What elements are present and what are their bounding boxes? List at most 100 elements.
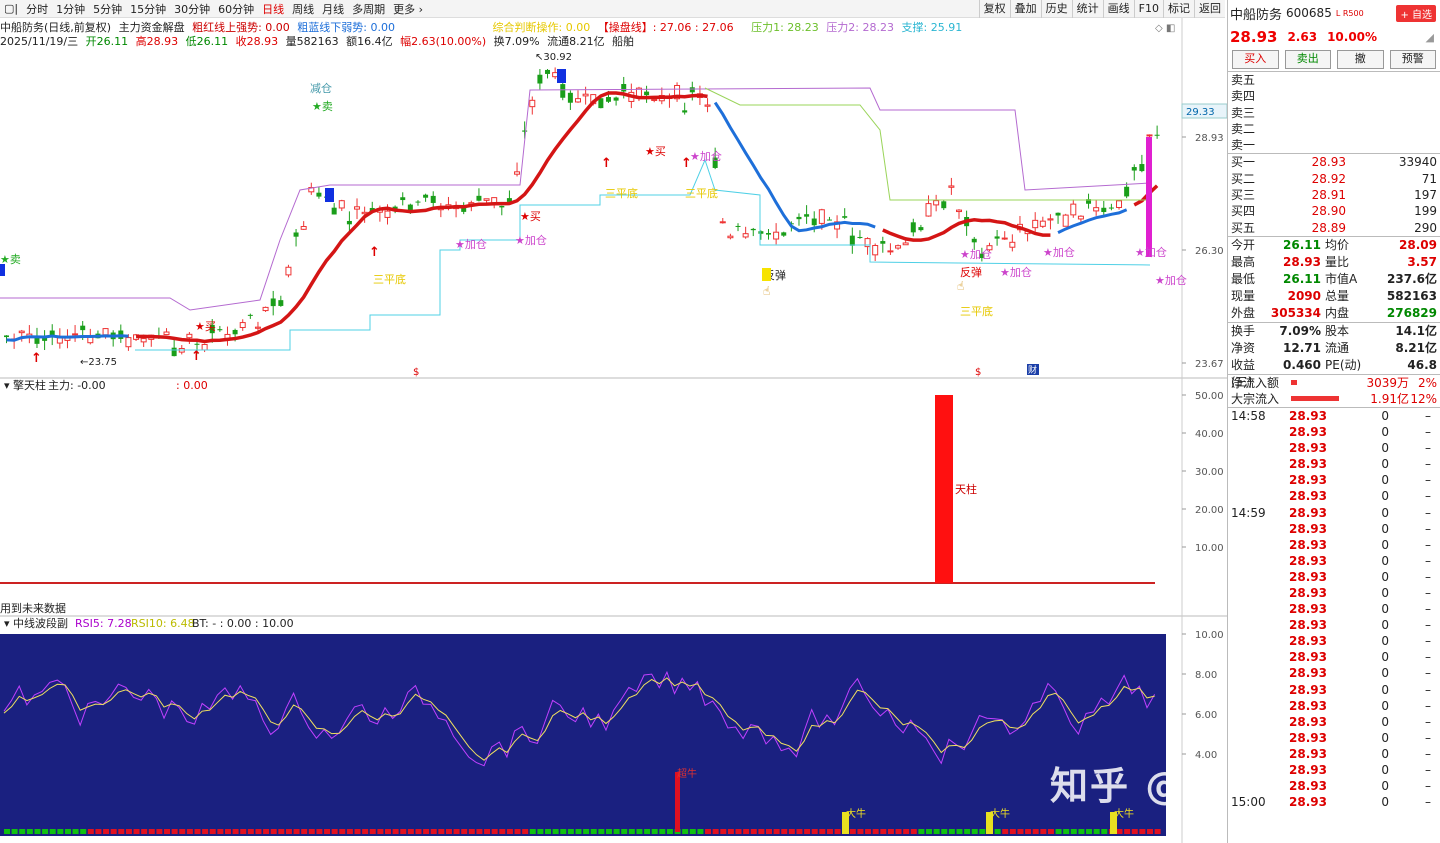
tick-list[interactable]: 14:58 28.93 0 – 28.93 0 – 28.93 0 – 28.93 0 – 28.93 0 –… (1228, 408, 1440, 810)
candle-down (400, 197, 406, 201)
trend-bar (1147, 829, 1153, 834)
candle-up (1077, 215, 1084, 220)
tick-row[interactable]: 28.93 0 – (1228, 424, 1440, 440)
stat-value: 276829 (1386, 305, 1437, 320)
trend-bar (285, 829, 292, 834)
tick-row[interactable]: 28.93 0 – (1228, 762, 1440, 778)
add-watchlist-button[interactable]: + 自选 (1396, 4, 1436, 22)
chart-annotation: ★加仓 (1043, 245, 1075, 259)
tick-time: 15:00 (1231, 795, 1266, 810)
tick-row[interactable]: 28.93 0 – (1228, 665, 1440, 681)
tick-row[interactable]: 28.93 0 – (1228, 601, 1440, 617)
trend-bar (461, 829, 468, 834)
trend-bar (1055, 829, 1062, 834)
bid-row[interactable]: 买五 28.89 290 (1228, 220, 1440, 236)
trend-bar (605, 829, 612, 834)
tick-row[interactable]: 28.93 0 – (1228, 746, 1440, 762)
stat-value: 0.460 (1283, 357, 1321, 372)
tick-flag: – (1425, 473, 1431, 488)
bid-row[interactable]: 买四 28.90 199 (1228, 203, 1440, 219)
alert-bell-icon[interactable]: ◢ (1426, 31, 1434, 44)
trend-bar (179, 829, 186, 834)
ask-row[interactable]: 卖二 (1228, 121, 1440, 137)
trend-bar (240, 829, 247, 834)
tick-row[interactable]: 28.93 0 – (1228, 778, 1440, 794)
stat-key: 今开 (1231, 237, 1256, 252)
tick-row[interactable]: 28.93 0 – (1228, 537, 1440, 553)
stat-key: 股本 (1325, 323, 1350, 338)
tick-row[interactable]: 28.93 0 – (1228, 682, 1440, 698)
tick-row[interactable]: 28.93 0 – (1228, 585, 1440, 601)
alert-button[interactable]: 预警 (1389, 50, 1436, 69)
bid-row[interactable]: 买一 28.93 33940 (1228, 154, 1440, 170)
tick-price: 28.93 (1289, 618, 1327, 633)
tick-price: 28.93 (1289, 537, 1327, 552)
tick-row[interactable]: 28.93 0 – (1228, 698, 1440, 714)
trend-bar (87, 829, 94, 834)
bid-row[interactable]: 买三 28.91 197 (1228, 187, 1440, 203)
tick-row[interactable]: 14:59 28.93 0 – (1228, 505, 1440, 521)
stat-key: 内盘 (1325, 305, 1350, 320)
trend-bar (689, 829, 696, 834)
flow-key: 净流入额 (1231, 375, 1280, 390)
trend-bar (560, 829, 567, 834)
candle-up (1062, 214, 1069, 227)
ask-row[interactable]: 卖一 (1228, 137, 1440, 153)
stock-name: 中船防务 (1230, 7, 1283, 23)
tick-qty: 0 (1381, 425, 1389, 440)
tick-row[interactable]: 28.93 0 – (1228, 440, 1440, 456)
tick-price: 28.93 (1289, 682, 1327, 697)
candle-down (857, 236, 863, 238)
trend-bar (11, 829, 18, 834)
trend-bar (1070, 829, 1077, 834)
tick-row[interactable]: 28.93 0 – (1228, 569, 1440, 585)
cancel-order-button[interactable]: 撤 (1337, 50, 1384, 69)
tick-row[interactable]: 28.93 0 – (1228, 456, 1440, 472)
tick-row[interactable]: 28.93 0 – (1228, 649, 1440, 665)
tick-qty: 0 (1381, 650, 1389, 665)
price-pct: 10.00% (1327, 30, 1378, 44)
tick-row[interactable]: 28.93 0 – (1228, 617, 1440, 633)
chart-area[interactable]: 28.93 26.30 23.67 29.33 ◇ ◧ ↖30.92 ←23.75 减仓 ★卖 ★… (0, 0, 1227, 843)
sell-button[interactable]: 卖出 (1284, 50, 1331, 69)
tick-time (1231, 682, 1289, 698)
ask-row[interactable]: 卖四 (1228, 88, 1440, 104)
trend-bar (1124, 829, 1131, 834)
buy-button[interactable]: 买入 (1232, 50, 1279, 69)
tick-row[interactable]: 28.93 0 – (1228, 730, 1440, 746)
candle-down (781, 232, 787, 236)
ask-row[interactable]: 卖五 (1228, 72, 1440, 88)
tick-row[interactable]: 15:00 28.93 0 – (1228, 794, 1440, 810)
trend-bar (476, 829, 483, 834)
candle-down (842, 216, 848, 218)
tick-qty: 0 (1381, 795, 1389, 810)
trend-bar (34, 829, 41, 834)
candle-up (1116, 200, 1123, 208)
chart-annotation: ★买 (520, 210, 541, 223)
candle-down (430, 195, 436, 203)
stat-value: 26.11 (1283, 237, 1321, 252)
trend-bar (773, 829, 780, 834)
tick-row[interactable]: 14:58 28.93 0 – (1228, 408, 1440, 424)
trend-bar (552, 829, 559, 834)
candle-up (1009, 241, 1016, 248)
tick-row[interactable]: 28.93 0 – (1228, 488, 1440, 504)
tick-qty: 0 (1381, 473, 1389, 488)
tick-flag: – (1425, 553, 1431, 568)
chart-annotation: ★买 (195, 320, 216, 333)
tick-row[interactable]: 28.93 0 – (1228, 633, 1440, 649)
trend-bar (918, 829, 925, 834)
ask-row[interactable]: 卖三 (1228, 105, 1440, 121)
trend-bar (903, 829, 910, 834)
tick-time (1231, 424, 1289, 440)
tick-row[interactable]: 28.93 0 – (1228, 714, 1440, 730)
tick-row[interactable]: 28.93 0 – (1228, 472, 1440, 488)
bid-price: 28.91 (1311, 188, 1346, 203)
trend-bar (705, 829, 712, 834)
bid-row[interactable]: 买二 28.92 71 (1228, 171, 1440, 187)
tick-flag: – (1425, 618, 1431, 633)
tick-row[interactable]: 28.93 0 – (1228, 521, 1440, 537)
trend-bar (453, 829, 460, 834)
tick-row[interactable]: 28.93 0 – (1228, 553, 1440, 569)
bid-label: 买三 (1231, 188, 1256, 203)
